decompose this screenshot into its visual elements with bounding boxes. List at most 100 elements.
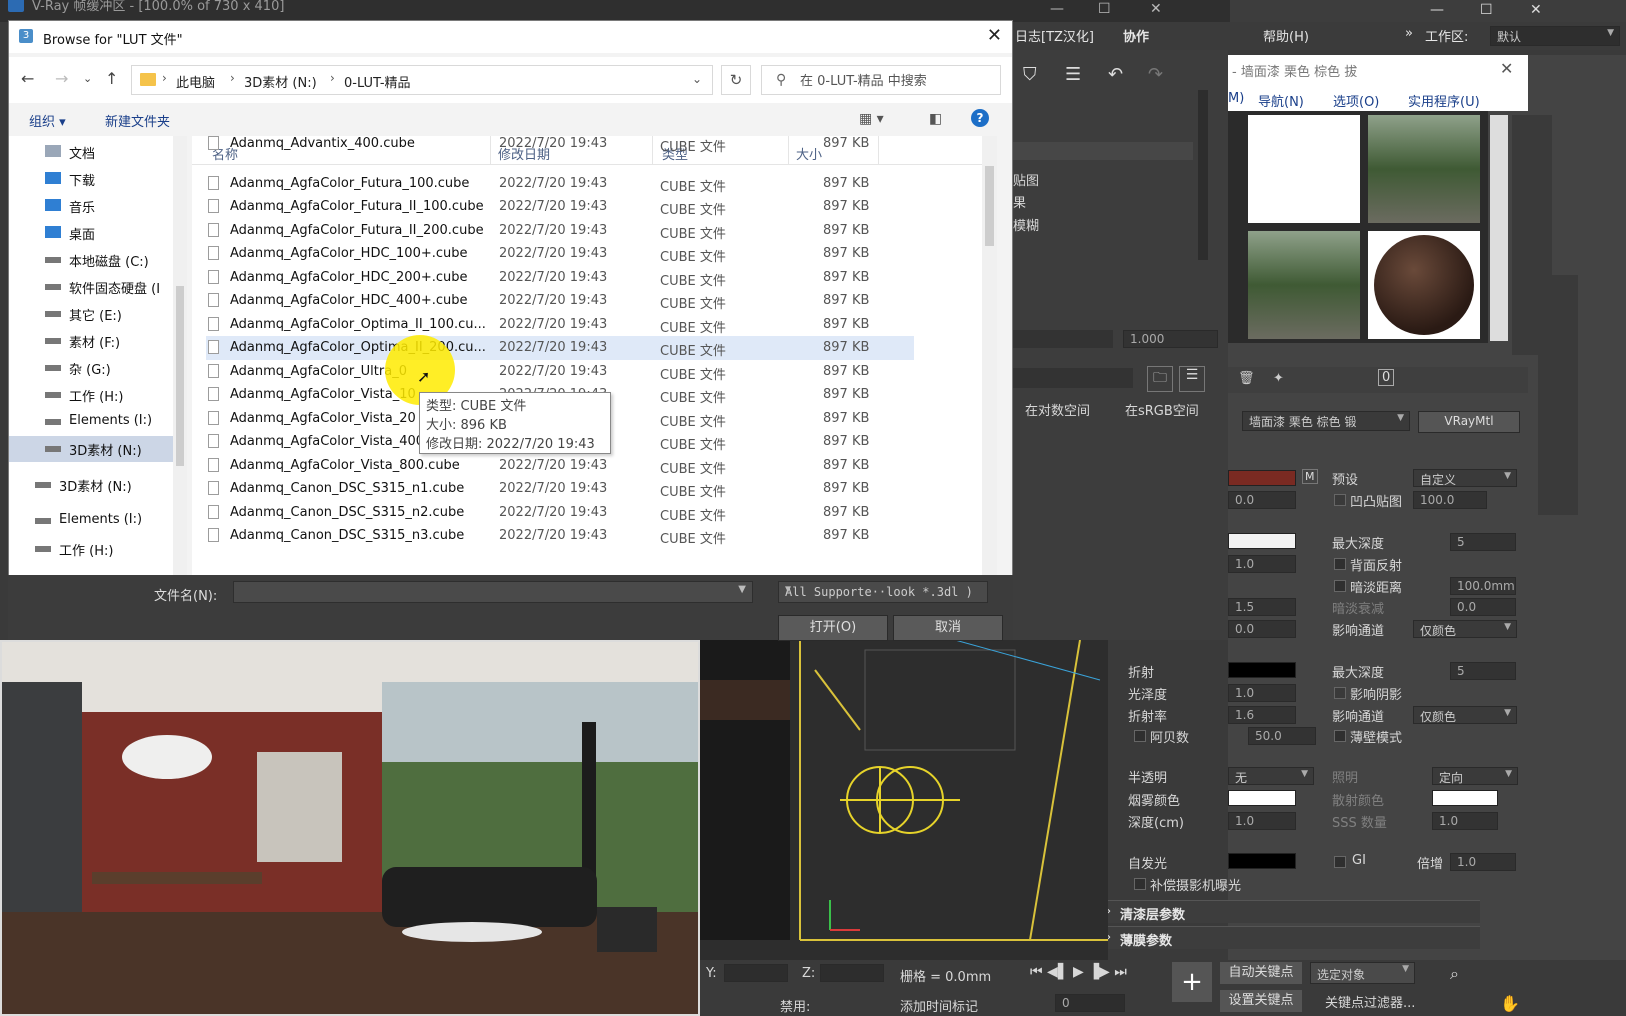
file-row[interactable]: Adanmq_AgfaColor_HDC_100+.cube 2022/7/20 … [206, 242, 914, 266]
file-row[interactable]: Adanmq_AgfaColor_HDC_200+.cube 2022/7/20 … [206, 266, 914, 290]
compensate-exposure-checkbox[interactable] [1134, 878, 1146, 890]
filetype-dropdown[interactable]: All Supporte··look *.3dl ) ▼ [778, 581, 988, 603]
sun-icon[interactable] [1558, 110, 1598, 150]
redo-icon[interactable]: ↷ [1148, 64, 1163, 85]
backface-checkbox[interactable] [1334, 558, 1346, 570]
chevron-down-icon[interactable]: ▼ [738, 584, 746, 595]
file-list-scrollbar[interactable] [982, 136, 997, 576]
file-row[interactable]: Adanmq_AgfaColor_HDC_400+.cube 2022/7/20 … [206, 289, 914, 313]
file-row[interactable]: Adanmq_AgfaColor_Futura_II_200.cube 2022/… [206, 219, 914, 243]
preview-pane-icon[interactable]: ◧ [929, 111, 942, 127]
refract-color-swatch[interactable] [1228, 662, 1296, 678]
open-button[interactable]: 打开(O) [778, 615, 888, 641]
ior-spinner[interactable]: 1.6 [1228, 706, 1296, 724]
bump-checkbox[interactable] [1334, 494, 1346, 506]
value-spinner[interactable]: 0.0 [1228, 620, 1296, 638]
nav-item[interactable]: 工作 (H:) [9, 382, 177, 408]
organize-button[interactable]: 组织 ▾ [29, 111, 66, 130]
nav-item[interactable]: Elements (I:) [9, 508, 167, 534]
translucency-dropdown[interactable]: 无 ▼ [1228, 767, 1314, 785]
zoom-icon[interactable]: ⌕ [1450, 964, 1459, 984]
perspective-viewport[interactable] [700, 640, 1108, 960]
add-icon[interactable]: + [1172, 962, 1212, 1002]
nav-item[interactable]: 软件固态硬盘 (I [9, 274, 177, 300]
self-illum-color-swatch[interactable] [1228, 853, 1296, 869]
value-spinner[interactable]: 1.0 [1228, 555, 1296, 573]
search-box[interactable]: ⚲ [761, 65, 1001, 95]
file-row[interactable]: Adanmq_AgfaColor_Futura_100.cube 2022/7/2… [206, 172, 914, 196]
file-row[interactable]: Adanmq_Canon_DSC_S315_n1.cube 2022/7/20 1… [206, 477, 914, 501]
value-spinner[interactable]: 0.0 [1228, 491, 1296, 509]
thin-wall-checkbox[interactable] [1334, 730, 1346, 742]
menu-arrow-icon[interactable]: » [1405, 26, 1413, 41]
sample-slot[interactable] [1248, 115, 1360, 223]
lut-path-input[interactable] [1013, 368, 1133, 388]
breadcrumb-drive-n[interactable]: 3D素材 (N:) [244, 72, 317, 91]
nav-item[interactable]: 工作 (H:) [9, 536, 167, 562]
menu-item-options[interactable]: 选项(O) [1333, 91, 1379, 110]
menu-log[interactable]: 日志[TZ汉化] [1015, 26, 1094, 45]
abbe-checkbox[interactable] [1134, 730, 1146, 742]
y-coord-field[interactable] [724, 964, 788, 982]
key-set-dropdown[interactable]: 选定对象 ▼ [1310, 962, 1415, 984]
affect-shadow-checkbox[interactable] [1334, 687, 1346, 699]
z-coord-field[interactable] [820, 964, 884, 982]
file-row[interactable]: Adanmq_AgfaColor_Vista_800.cube 2022/7/20… [206, 454, 914, 478]
sample-slot-hdri[interactable] [1368, 115, 1480, 223]
menu-item[interactable]: M) [1228, 91, 1244, 106]
coat-section-header[interactable]: › 清漆层参数 [1100, 900, 1480, 923]
nav-item[interactable]: 杂 (G:) [9, 355, 177, 381]
menu-help[interactable]: 帮助(H) [1263, 26, 1309, 45]
set-key-button[interactable]: 设置关键点 [1220, 990, 1302, 1012]
nav-item[interactable]: 其它 (E:) [9, 301, 177, 327]
back-arrow-icon[interactable]: ← [21, 69, 34, 88]
scroll-thumb[interactable] [176, 286, 184, 466]
max-depth-spinner[interactable]: 5 [1450, 533, 1516, 551]
depth-spinner[interactable]: 1.0 [1228, 812, 1296, 830]
new-folder-button[interactable]: 新建文件夹 [105, 111, 170, 130]
map-button[interactable]: M [1302, 469, 1318, 484]
file-row[interactable]: Adanmq_Canon_DSC_S315_n2.cube 2022/7/20 1… [206, 501, 914, 525]
filename-input[interactable]: ▼ [233, 581, 753, 603]
list-icon[interactable]: ☰ [1179, 366, 1205, 392]
minimize-icon[interactable]: — [1430, 2, 1444, 18]
lut-dropdown[interactable] [1013, 330, 1113, 348]
value-spinner[interactable]: 1.5 [1228, 598, 1296, 616]
nav-item[interactable]: Elements (I:) [9, 409, 177, 435]
scroll-thumb[interactable] [985, 166, 994, 246]
srgb-space-radio[interactable]: 在sRGB空间 [1125, 400, 1199, 419]
nav-item[interactable]: 素材 (F:) [9, 328, 177, 354]
file-row[interactable]: Adanmq_Canon_DSC_S315_n3.cube 2022/7/20 1… [206, 524, 914, 548]
material-name-field[interactable]: 墙面漆 栗色 棕色 锻 ▼ [1242, 411, 1410, 431]
auto-key-button[interactable]: 自动关键点 [1220, 962, 1302, 984]
refresh-icon[interactable]: ↻ [721, 65, 751, 95]
file-row[interactable]: Adanmq_Advantix_400.cube 2022/7/20 19:43 C… [206, 136, 914, 156]
open-folder-icon[interactable]: 🗀 [1147, 366, 1173, 392]
close-icon[interactable]: ✕ [1150, 2, 1162, 16]
sample-slots-scrollbar[interactable] [1490, 115, 1508, 341]
file-row[interactable]: Adanmq_AgfaColor_Optima_II_200.cu... 2022… [206, 336, 914, 360]
add-time-tag-button[interactable]: 添加时间标记 [900, 996, 978, 1015]
multiplier-spinner[interactable]: 1.0 [1450, 853, 1516, 871]
dim-distance-checkbox[interactable] [1334, 580, 1346, 592]
material-id-icon[interactable]: 0 [1378, 369, 1395, 386]
log-space-radio[interactable]: 在对数空间 [1025, 400, 1090, 419]
close-icon[interactable]: ✕ [1530, 2, 1542, 18]
maximize-icon[interactable]: ☐ [1480, 2, 1493, 18]
delete-icon[interactable]: 🗑 [1238, 371, 1255, 386]
refr-affect-channel-dropdown[interactable]: 仅颜色 ▼ [1413, 706, 1517, 724]
lut-multiplier-spinner[interactable]: 1.000 [1123, 330, 1218, 348]
diffuse-color-swatch[interactable] [1228, 470, 1296, 486]
teapot-icon[interactable]: ⛉ [1023, 64, 1037, 85]
file-row[interactable]: Adanmq_AgfaColor_Futura_II_100.cube 2022/… [206, 195, 914, 219]
playback-controls[interactable]: ⏮ ◀▌ ▶ ▐▶ ⏭ [1030, 964, 1127, 980]
reflect-color-swatch[interactable] [1228, 533, 1296, 549]
nav-item[interactable]: 桌面 [9, 220, 177, 246]
chevron-right-icon[interactable]: › [330, 71, 335, 85]
affect-channel-dropdown[interactable]: 仅颜色 ▼ [1413, 620, 1517, 638]
key-filters-button[interactable]: 关键点过滤器... [1325, 992, 1415, 1011]
nav-item[interactable]: 3D素材 (N:) [9, 436, 177, 462]
glossiness-spinner[interactable]: 1.0 [1228, 684, 1296, 702]
address-bar[interactable]: › 此电脑 › 3D素材 (N:) › 0-LUT-精品 ⌄ [131, 65, 713, 95]
chevron-down-icon[interactable]: ▼ [785, 584, 981, 595]
